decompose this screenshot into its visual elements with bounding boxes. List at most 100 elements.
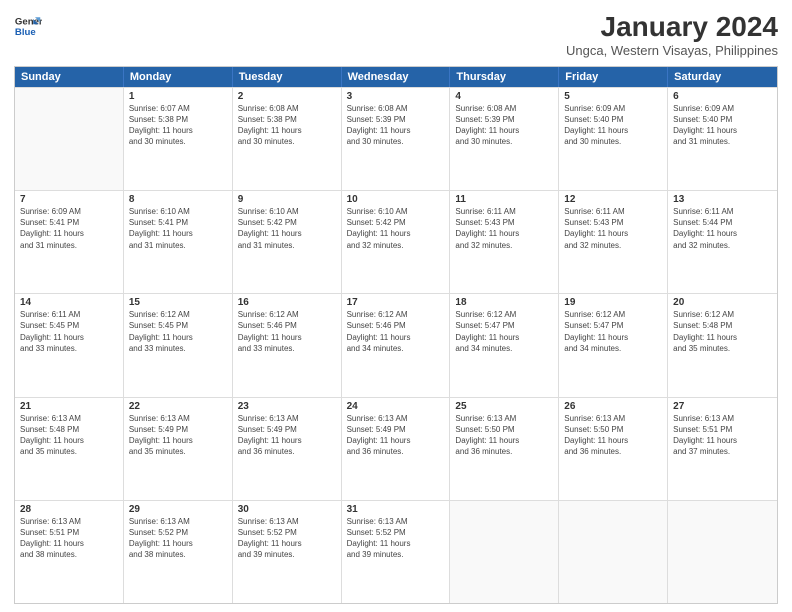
calendar-cell: 17Sunrise: 6:12 AM Sunset: 5:46 PM Dayli… [342,294,451,396]
day-info: Sunrise: 6:11 AM Sunset: 5:45 PM Dayligh… [20,309,118,354]
calendar-cell: 7Sunrise: 6:09 AM Sunset: 5:41 PM Daylig… [15,191,124,293]
day-number: 13 [673,194,772,205]
calendar-cell: 6Sunrise: 6:09 AM Sunset: 5:40 PM Daylig… [668,88,777,190]
day-number: 17 [347,297,445,308]
calendar-cell: 27Sunrise: 6:13 AM Sunset: 5:51 PM Dayli… [668,398,777,500]
calendar-cell: 24Sunrise: 6:13 AM Sunset: 5:49 PM Dayli… [342,398,451,500]
day-number: 30 [238,504,336,515]
day-info: Sunrise: 6:13 AM Sunset: 5:51 PM Dayligh… [673,413,772,458]
calendar-cell [15,88,124,190]
day-number: 25 [455,401,553,412]
day-number: 12 [564,194,662,205]
header-day-friday: Friday [559,67,668,87]
header: General Blue January 2024 Ungca, Western… [14,12,778,58]
calendar-week-5: 28Sunrise: 6:13 AM Sunset: 5:51 PM Dayli… [15,500,777,603]
day-number: 19 [564,297,662,308]
header-day-saturday: Saturday [668,67,777,87]
day-info: Sunrise: 6:12 AM Sunset: 5:48 PM Dayligh… [673,309,772,354]
day-info: Sunrise: 6:13 AM Sunset: 5:49 PM Dayligh… [238,413,336,458]
calendar-cell [668,501,777,603]
title-block: January 2024 Ungca, Western Visayas, Phi… [566,12,778,58]
day-info: Sunrise: 6:13 AM Sunset: 5:52 PM Dayligh… [347,516,445,561]
header-day-wednesday: Wednesday [342,67,451,87]
day-info: Sunrise: 6:08 AM Sunset: 5:38 PM Dayligh… [238,103,336,148]
calendar-cell: 9Sunrise: 6:10 AM Sunset: 5:42 PM Daylig… [233,191,342,293]
day-info: Sunrise: 6:08 AM Sunset: 5:39 PM Dayligh… [455,103,553,148]
day-number: 23 [238,401,336,412]
day-number: 9 [238,194,336,205]
day-info: Sunrise: 6:11 AM Sunset: 5:43 PM Dayligh… [455,206,553,251]
calendar-week-2: 7Sunrise: 6:09 AM Sunset: 5:41 PM Daylig… [15,190,777,293]
day-number: 5 [564,91,662,102]
calendar-cell: 29Sunrise: 6:13 AM Sunset: 5:52 PM Dayli… [124,501,233,603]
subtitle: Ungca, Western Visayas, Philippines [566,43,778,58]
calendar-cell: 23Sunrise: 6:13 AM Sunset: 5:49 PM Dayli… [233,398,342,500]
main-title: January 2024 [566,12,778,43]
calendar-cell: 19Sunrise: 6:12 AM Sunset: 5:47 PM Dayli… [559,294,668,396]
day-info: Sunrise: 6:08 AM Sunset: 5:39 PM Dayligh… [347,103,445,148]
day-number: 21 [20,401,118,412]
day-info: Sunrise: 6:10 AM Sunset: 5:42 PM Dayligh… [347,206,445,251]
header-day-monday: Monday [124,67,233,87]
day-info: Sunrise: 6:09 AM Sunset: 5:41 PM Dayligh… [20,206,118,251]
day-number: 16 [238,297,336,308]
calendar-cell: 25Sunrise: 6:13 AM Sunset: 5:50 PM Dayli… [450,398,559,500]
calendar-cell: 21Sunrise: 6:13 AM Sunset: 5:48 PM Dayli… [15,398,124,500]
calendar-cell: 31Sunrise: 6:13 AM Sunset: 5:52 PM Dayli… [342,501,451,603]
calendar-cell: 18Sunrise: 6:12 AM Sunset: 5:47 PM Dayli… [450,294,559,396]
day-info: Sunrise: 6:09 AM Sunset: 5:40 PM Dayligh… [673,103,772,148]
calendar-cell [559,501,668,603]
logo-icon: General Blue [14,12,42,40]
day-number: 28 [20,504,118,515]
day-number: 29 [129,504,227,515]
calendar-cell: 11Sunrise: 6:11 AM Sunset: 5:43 PM Dayli… [450,191,559,293]
day-number: 22 [129,401,227,412]
calendar-cell: 15Sunrise: 6:12 AM Sunset: 5:45 PM Dayli… [124,294,233,396]
day-info: Sunrise: 6:13 AM Sunset: 5:49 PM Dayligh… [129,413,227,458]
day-info: Sunrise: 6:07 AM Sunset: 5:38 PM Dayligh… [129,103,227,148]
day-info: Sunrise: 6:13 AM Sunset: 5:51 PM Dayligh… [20,516,118,561]
calendar-cell: 5Sunrise: 6:09 AM Sunset: 5:40 PM Daylig… [559,88,668,190]
day-number: 27 [673,401,772,412]
calendar-cell: 30Sunrise: 6:13 AM Sunset: 5:52 PM Dayli… [233,501,342,603]
day-number: 15 [129,297,227,308]
day-info: Sunrise: 6:12 AM Sunset: 5:46 PM Dayligh… [347,309,445,354]
day-number: 26 [564,401,662,412]
day-info: Sunrise: 6:10 AM Sunset: 5:42 PM Dayligh… [238,206,336,251]
day-number: 24 [347,401,445,412]
calendar-cell: 10Sunrise: 6:10 AM Sunset: 5:42 PM Dayli… [342,191,451,293]
calendar-cell: 16Sunrise: 6:12 AM Sunset: 5:46 PM Dayli… [233,294,342,396]
calendar-week-4: 21Sunrise: 6:13 AM Sunset: 5:48 PM Dayli… [15,397,777,500]
calendar-cell: 26Sunrise: 6:13 AM Sunset: 5:50 PM Dayli… [559,398,668,500]
day-number: 6 [673,91,772,102]
day-number: 11 [455,194,553,205]
day-info: Sunrise: 6:09 AM Sunset: 5:40 PM Dayligh… [564,103,662,148]
day-number: 2 [238,91,336,102]
day-number: 10 [347,194,445,205]
calendar-cell: 1Sunrise: 6:07 AM Sunset: 5:38 PM Daylig… [124,88,233,190]
day-number: 8 [129,194,227,205]
header-day-tuesday: Tuesday [233,67,342,87]
calendar-cell: 13Sunrise: 6:11 AM Sunset: 5:44 PM Dayli… [668,191,777,293]
calendar-cell: 4Sunrise: 6:08 AM Sunset: 5:39 PM Daylig… [450,88,559,190]
day-info: Sunrise: 6:10 AM Sunset: 5:41 PM Dayligh… [129,206,227,251]
day-info: Sunrise: 6:11 AM Sunset: 5:43 PM Dayligh… [564,206,662,251]
header-day-sunday: Sunday [15,67,124,87]
calendar-week-1: 1Sunrise: 6:07 AM Sunset: 5:38 PM Daylig… [15,87,777,190]
day-info: Sunrise: 6:13 AM Sunset: 5:50 PM Dayligh… [455,413,553,458]
calendar-cell: 12Sunrise: 6:11 AM Sunset: 5:43 PM Dayli… [559,191,668,293]
calendar-cell: 3Sunrise: 6:08 AM Sunset: 5:39 PM Daylig… [342,88,451,190]
calendar-cell: 8Sunrise: 6:10 AM Sunset: 5:41 PM Daylig… [124,191,233,293]
calendar-cell: 22Sunrise: 6:13 AM Sunset: 5:49 PM Dayli… [124,398,233,500]
calendar-cell: 20Sunrise: 6:12 AM Sunset: 5:48 PM Dayli… [668,294,777,396]
day-info: Sunrise: 6:12 AM Sunset: 5:46 PM Dayligh… [238,309,336,354]
logo: General Blue [14,12,42,40]
day-info: Sunrise: 6:13 AM Sunset: 5:50 PM Dayligh… [564,413,662,458]
calendar-cell: 2Sunrise: 6:08 AM Sunset: 5:38 PM Daylig… [233,88,342,190]
header-day-thursday: Thursday [450,67,559,87]
calendar-cell: 28Sunrise: 6:13 AM Sunset: 5:51 PM Dayli… [15,501,124,603]
day-number: 18 [455,297,553,308]
day-number: 14 [20,297,118,308]
calendar-week-3: 14Sunrise: 6:11 AM Sunset: 5:45 PM Dayli… [15,293,777,396]
day-number: 4 [455,91,553,102]
